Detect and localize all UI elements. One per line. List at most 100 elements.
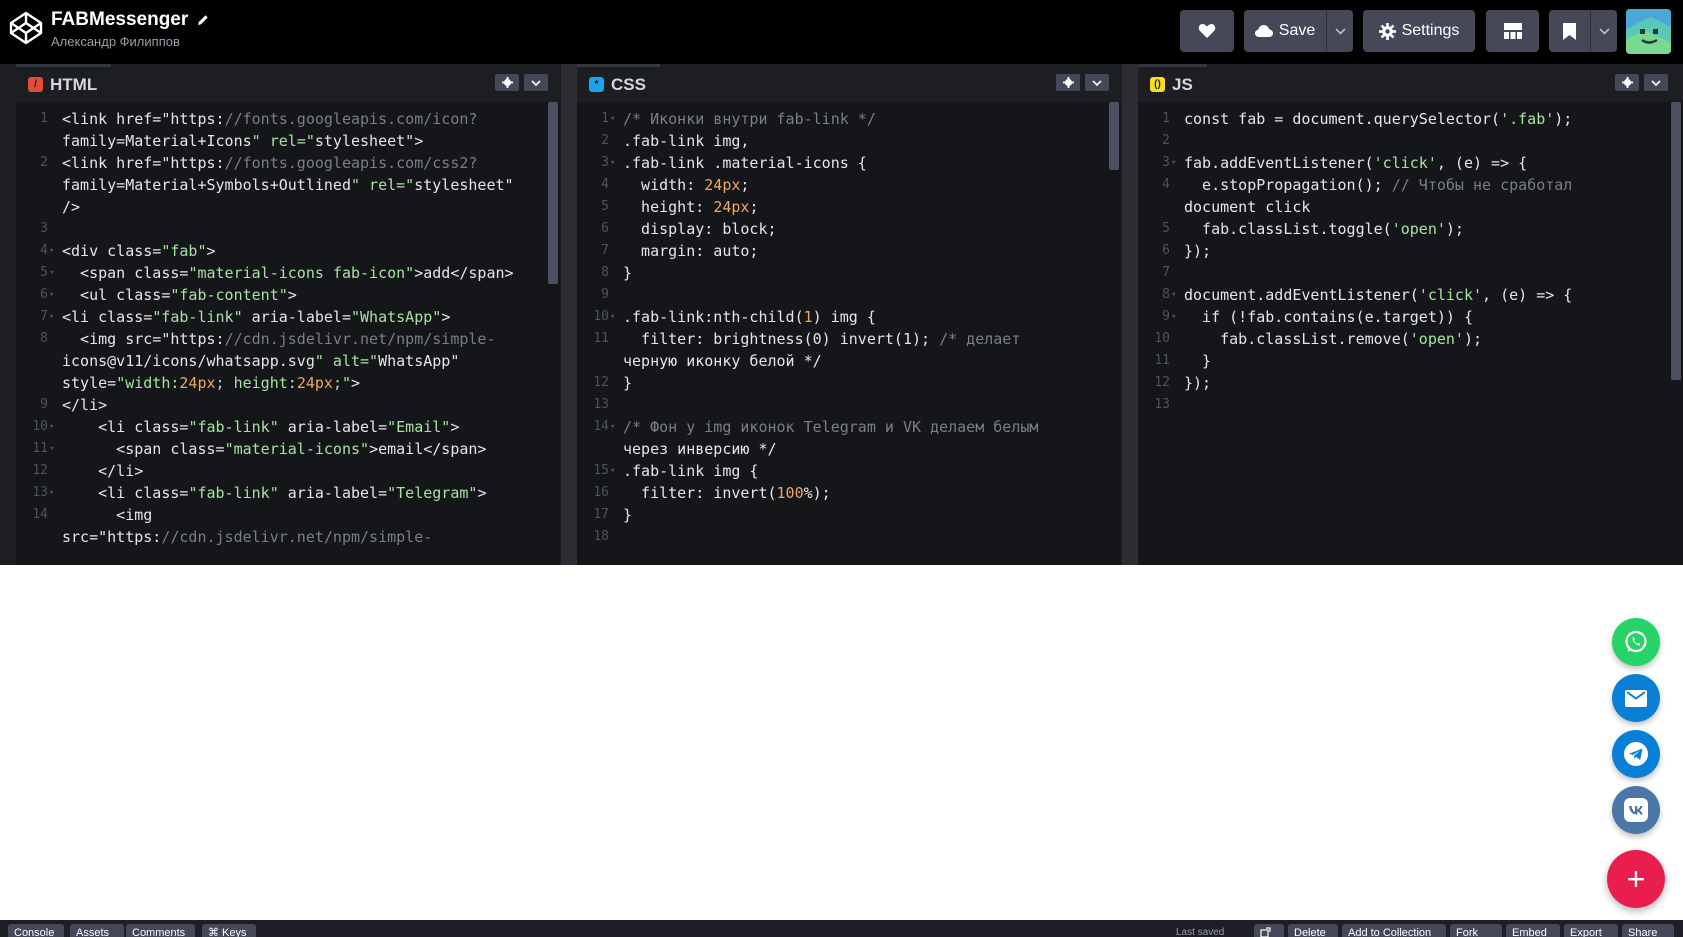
code-line[interactable]: 5 ▾ <span class="material-icons fab-icon"… bbox=[16, 262, 546, 284]
code-line[interactable]: 16 filter: invert(100%); bbox=[577, 482, 1107, 504]
code-line[interactable]: 17} bbox=[577, 504, 1107, 526]
fold-toggle-icon[interactable]: ▾ bbox=[610, 152, 615, 174]
code-line[interactable]: 3 bbox=[16, 218, 546, 240]
code-line[interactable]: icons@v11/icons/whatsapp.svg" alt="Whats… bbox=[16, 350, 546, 372]
whatsapp-fab-link[interactable] bbox=[1612, 618, 1660, 666]
save-button[interactable]: Save bbox=[1244, 10, 1326, 52]
console-button[interactable]: Console bbox=[8, 924, 64, 937]
html-collapse-button[interactable] bbox=[524, 74, 548, 91]
code-line[interactable]: 8 <img src="https://cdn.jsdelivr.net/npm… bbox=[16, 328, 546, 350]
fold-toggle-icon[interactable]: ▾ bbox=[49, 284, 54, 306]
fold-toggle-icon[interactable]: ▾ bbox=[49, 416, 54, 438]
code-line[interactable]: 4 width: 24px; bbox=[577, 174, 1107, 196]
fold-toggle-icon[interactable]: ▾ bbox=[610, 460, 615, 482]
fold-toggle-icon[interactable]: ▾ bbox=[49, 262, 54, 284]
css-collapse-button[interactable] bbox=[1085, 74, 1109, 91]
code-line[interactable]: 12} bbox=[577, 372, 1107, 394]
open-external-button[interactable] bbox=[1254, 924, 1284, 937]
code-line[interactable]: src="https://cdn.jsdelivr.net/npm/simple… bbox=[16, 526, 546, 548]
code-line[interactable]: 14 <img bbox=[16, 504, 546, 526]
css-tab[interactable]: * CSS bbox=[577, 64, 660, 102]
code-line[interactable]: 6 ▾ <ul class="fab-content"> bbox=[16, 284, 546, 306]
fold-toggle-icon[interactable]: ▾ bbox=[1171, 152, 1176, 174]
code-line[interactable]: 10 ▾ .fab-link:nth-child(1) img { bbox=[577, 306, 1107, 328]
html-scrollbar[interactable] bbox=[548, 102, 558, 284]
codepen-logo-icon[interactable] bbox=[8, 10, 44, 46]
code-line[interactable]: family=Material+Symbols+Outlined" rel="s… bbox=[16, 174, 546, 196]
js-collapse-button[interactable] bbox=[1644, 74, 1668, 91]
code-line[interactable]: 1 <link href="https://fonts.googleapis.co… bbox=[16, 108, 546, 130]
bookmark-options-button[interactable] bbox=[1590, 10, 1617, 52]
html-settings-button[interactable] bbox=[495, 74, 519, 91]
code-line[interactable]: 6 display: block; bbox=[577, 218, 1107, 240]
fold-toggle-icon[interactable]: ▾ bbox=[49, 482, 54, 504]
code-line[interactable]: 2 bbox=[1138, 130, 1668, 152]
fold-toggle-icon[interactable]: ▾ bbox=[1171, 306, 1176, 328]
save-options-button[interactable] bbox=[1326, 10, 1353, 52]
export-button[interactable]: Export bbox=[1564, 924, 1618, 937]
code-line[interactable]: 8} bbox=[577, 262, 1107, 284]
code-line[interactable]: family=Material+Icons" rel="stylesheet"> bbox=[16, 130, 546, 152]
code-line[interactable]: черную иконку белой */ bbox=[577, 350, 1107, 372]
embed-button[interactable]: Embed bbox=[1506, 924, 1560, 937]
code-line[interactable]: через инверсию */ bbox=[577, 438, 1107, 460]
user-avatar[interactable] bbox=[1626, 9, 1671, 54]
code-line[interactable]: 12 </li> bbox=[16, 460, 546, 482]
fork-button[interactable]: Fork bbox=[1450, 924, 1502, 937]
code-line[interactable]: 5 height: 24px; bbox=[577, 196, 1107, 218]
js-code-editor[interactable]: 1 const fab = document.querySelector('.fa… bbox=[1138, 102, 1683, 565]
keys-button[interactable]: ⌘ Keys bbox=[202, 924, 256, 937]
code-line[interactable]: 11 ▾ <span class="material-icons">email</… bbox=[16, 438, 546, 460]
code-line[interactable]: 9 </li> bbox=[16, 394, 546, 416]
code-line[interactable]: 7 ▾ <li class="fab-link" aria-label="Whats… bbox=[16, 306, 546, 328]
code-line[interactable]: 7 margin: auto; bbox=[577, 240, 1107, 262]
code-line[interactable]: 1 ▾ /* Иконки внутри fab-link */ bbox=[577, 108, 1107, 130]
code-line[interactable]: 13 ▾ <li class="fab-link" aria-label="Tel… bbox=[16, 482, 546, 504]
code-line[interactable]: 13 bbox=[577, 394, 1107, 416]
code-line[interactable]: 6}); bbox=[1138, 240, 1668, 262]
css-scrollbar[interactable] bbox=[1109, 102, 1119, 170]
assets-button[interactable]: Assets bbox=[70, 924, 124, 937]
css-settings-button[interactable] bbox=[1056, 74, 1080, 91]
vk-fab-link[interactable] bbox=[1612, 786, 1660, 834]
email-fab-link[interactable] bbox=[1612, 674, 1660, 722]
delete-button[interactable]: Delete bbox=[1288, 924, 1338, 937]
js-tab[interactable]: () JS bbox=[1138, 64, 1207, 102]
code-line[interactable]: 3 ▾ .fab-link .material-icons { bbox=[577, 152, 1107, 174]
pen-title[interactable]: FABMessenger bbox=[51, 8, 188, 32]
code-line[interactable]: 4 ▾ <div class="fab"> bbox=[16, 240, 546, 262]
code-line[interactable]: 15 ▾ .fab-link img { bbox=[577, 460, 1107, 482]
comments-button[interactable]: Comments bbox=[126, 924, 195, 937]
code-line[interactable]: 9 ▾ if (!fab.contains(e.target)) { bbox=[1138, 306, 1668, 328]
resize-handle[interactable] bbox=[561, 64, 577, 565]
resize-handle[interactable] bbox=[1122, 64, 1138, 565]
code-line[interactable]: style="width:24px; height:24px;"> bbox=[16, 372, 546, 394]
code-line[interactable]: 13 bbox=[1138, 394, 1668, 416]
pen-author[interactable]: Александр Филиппов bbox=[51, 34, 210, 49]
code-line[interactable]: 11 } bbox=[1138, 350, 1668, 372]
code-line[interactable]: 14 ▾ /* Фон у img иконок Telegram и VK дел… bbox=[577, 416, 1107, 438]
code-line[interactable]: 2 <link href="https://fonts.googleapis.co… bbox=[16, 152, 546, 174]
code-line[interactable]: 2 .fab-link img, bbox=[577, 130, 1107, 152]
html-tab[interactable]: / HTML bbox=[16, 64, 112, 102]
code-line[interactable]: 10 ▾ <li class="fab-link" aria-label="Ema… bbox=[16, 416, 546, 438]
bookmark-button[interactable] bbox=[1549, 10, 1590, 52]
code-line[interactable]: 1 const fab = document.querySelector('.fa… bbox=[1138, 108, 1668, 130]
code-line[interactable]: 12}); bbox=[1138, 372, 1668, 394]
fab-main-button[interactable]: + bbox=[1607, 850, 1665, 908]
code-line[interactable]: /> bbox=[16, 196, 546, 218]
settings-button[interactable]: Settings bbox=[1363, 10, 1475, 52]
love-button[interactable] bbox=[1180, 10, 1234, 52]
code-line[interactable]: 8 ▾ document.addEventListener('click', (e)… bbox=[1138, 284, 1668, 306]
code-line[interactable]: 9 bbox=[577, 284, 1107, 306]
fold-toggle-icon[interactable]: ▾ bbox=[1171, 284, 1176, 306]
code-line[interactable]: 5 fab.classList.toggle('open'); bbox=[1138, 218, 1668, 240]
js-settings-button[interactable] bbox=[1615, 74, 1639, 91]
pencil-icon[interactable] bbox=[196, 13, 210, 27]
fold-toggle-icon[interactable]: ▾ bbox=[49, 240, 54, 262]
js-scrollbar[interactable] bbox=[1671, 102, 1681, 380]
fold-toggle-icon[interactable]: ▾ bbox=[610, 108, 615, 130]
code-line[interactable]: document click bbox=[1138, 196, 1668, 218]
code-line[interactable]: 10 fab.classList.remove('open'); bbox=[1138, 328, 1668, 350]
html-code-editor[interactable]: 1 <link href="https://fonts.googleapis.co… bbox=[16, 102, 560, 565]
